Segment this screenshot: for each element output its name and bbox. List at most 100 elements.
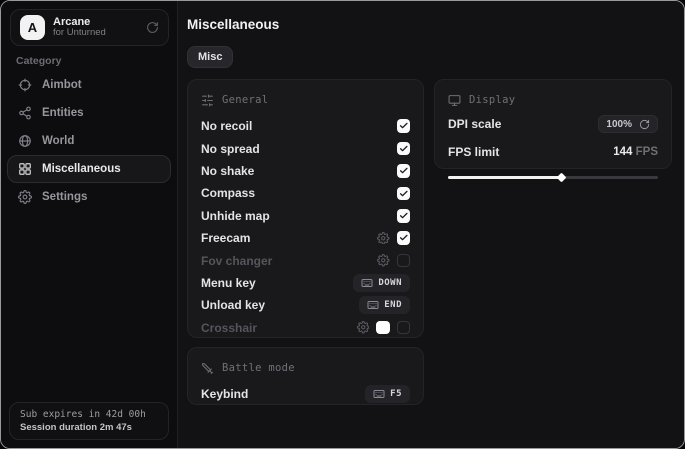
session-duration-text: Session duration 2m 47s	[20, 422, 158, 433]
tab-misc[interactable]: Misc	[187, 46, 233, 68]
setting-label: Keybind	[201, 387, 248, 401]
setting-label: No recoil	[201, 119, 252, 133]
checkbox-checked[interactable]	[397, 164, 411, 178]
general-panel-header: General	[201, 92, 410, 108]
setting-label: No shake	[201, 164, 254, 178]
app-logo: A	[20, 15, 45, 40]
sidebar-item-aimbot[interactable]: Aimbot	[7, 71, 171, 99]
keyboard-icon	[361, 277, 373, 289]
gear-icon[interactable]	[377, 254, 390, 267]
battle-mode-panel: Battle mode Keybind F5	[187, 347, 424, 405]
setting-controls	[357, 321, 411, 335]
fps-limit-row: FPS limit 144 FPS	[448, 140, 658, 164]
gear-icon[interactable]	[377, 232, 390, 245]
app-meta: Arcane for Unturned	[53, 16, 106, 40]
dpi-scale-value: 100%	[606, 119, 632, 130]
setting-row-unhide-map: Unhide map	[201, 205, 410, 227]
category-label: Category	[16, 55, 62, 67]
grid-icon	[18, 162, 32, 176]
sidebar-nav: Aimbot Entities World Miscellaneous Settings	[7, 71, 171, 211]
setting-label: Crosshair	[201, 321, 257, 335]
fps-limit-label: FPS limit	[448, 145, 499, 159]
setting-row-no-shake: No shake	[201, 160, 410, 182]
dpi-scale-label: DPI scale	[448, 117, 501, 131]
setting-controls	[397, 164, 411, 178]
slider-fill	[448, 176, 561, 179]
keybind-value: END	[384, 300, 402, 310]
sidebar-item-settings[interactable]: Settings	[7, 183, 171, 211]
sidebar-item-label: Entities	[42, 107, 84, 119]
globe-icon	[18, 134, 32, 148]
nodes-icon	[18, 106, 32, 120]
setting-label: Compass	[201, 186, 255, 200]
sidebar-item-entities[interactable]: Entities	[7, 99, 171, 127]
setting-controls	[397, 187, 411, 201]
setting-row-no-spread: No spread	[201, 137, 410, 159]
slider-thumb[interactable]	[556, 172, 566, 182]
setting-row-freecam: Freecam	[201, 227, 410, 249]
keybind-badge[interactable]: END	[359, 296, 410, 314]
gear-icon[interactable]	[357, 321, 370, 334]
sidebar-item-label: Miscellaneous	[42, 163, 121, 175]
keybind-badge[interactable]: DOWN	[353, 274, 410, 292]
general-panel-title: General	[222, 94, 268, 106]
fps-unit: FPS	[636, 146, 658, 158]
dpi-scale-control[interactable]: 100%	[598, 115, 658, 133]
setting-controls	[397, 119, 411, 133]
app-header-card: A Arcane for Unturned	[10, 9, 169, 46]
display-panel-title: Display	[469, 94, 515, 106]
setting-controls	[397, 209, 411, 223]
sidebar-item-miscellaneous[interactable]: Miscellaneous	[7, 155, 171, 183]
keybind-badge[interactable]: F5	[365, 385, 410, 403]
sub-expiry-text: Sub expires in 42d 00h	[20, 409, 158, 420]
checkbox-checked[interactable]	[397, 119, 411, 133]
keybind-value: F5	[390, 389, 402, 399]
page-title: Miscellaneous	[187, 17, 279, 32]
display-panel: Display DPI scale 100% FPS limit 144 FPS	[434, 79, 672, 169]
gear-icon	[18, 190, 32, 204]
checkbox-checked[interactable]	[397, 209, 411, 223]
monitor-icon	[448, 94, 461, 107]
color-swatch[interactable]	[376, 321, 390, 335]
setting-controls	[377, 254, 410, 268]
setting-label: Unload key	[201, 298, 265, 312]
setting-row-unload-key: Unload key END	[201, 294, 410, 316]
keybind-value: DOWN	[378, 278, 402, 288]
sliders-icon	[201, 94, 214, 107]
app-subtitle: for Unturned	[53, 28, 106, 39]
checkbox-unchecked[interactable]	[397, 321, 411, 335]
display-panel-header: Display	[448, 92, 658, 108]
crosshair-icon	[18, 78, 32, 92]
sword-icon	[201, 362, 214, 375]
fps-limit-value: 144 FPS	[613, 146, 658, 158]
sidebar-item-label: Aimbot	[42, 79, 82, 91]
setting-controls: F5	[365, 385, 410, 403]
checkbox-checked[interactable]	[397, 187, 411, 201]
sidebar-item-world[interactable]: World	[7, 127, 171, 155]
fps-limit-slider[interactable]	[448, 173, 658, 181]
setting-row-fov-changer: Fov changer	[201, 249, 410, 271]
setting-label: Unhide map	[201, 209, 270, 223]
checkbox-checked[interactable]	[397, 231, 411, 245]
main-content: Miscellaneous Misc General No recoil No s…	[178, 1, 684, 448]
sidebar-item-label: World	[42, 135, 74, 147]
checkbox-checked[interactable]	[397, 142, 411, 156]
battle-rows: Keybind F5	[201, 383, 410, 405]
setting-label: Menu key	[201, 276, 256, 290]
setting-row-keybind: Keybind F5	[201, 383, 410, 405]
battle-panel-header: Battle mode	[201, 360, 410, 376]
dpi-refresh-icon[interactable]	[639, 119, 650, 130]
setting-row-crosshair: Crosshair	[201, 317, 410, 339]
checkbox-unchecked[interactable]	[397, 254, 411, 268]
setting-row-menu-key: Menu key DOWN	[201, 272, 410, 294]
general-panel: General No recoil No spread No shake Compas…	[187, 79, 424, 338]
sync-icon[interactable]	[146, 21, 159, 34]
setting-label: Freecam	[201, 231, 250, 245]
subscription-card: Sub expires in 42d 00h Session duration …	[9, 402, 169, 440]
setting-controls	[377, 231, 410, 245]
general-rows: No recoil No spread No shake Compass Unhide …	[201, 115, 410, 339]
sidebar-item-label: Settings	[42, 191, 87, 203]
dpi-scale-row: DPI scale 100%	[448, 112, 658, 136]
keyboard-icon	[367, 299, 379, 311]
sidebar: A Arcane for Unturned Category Aimbot Ent…	[1, 1, 178, 448]
